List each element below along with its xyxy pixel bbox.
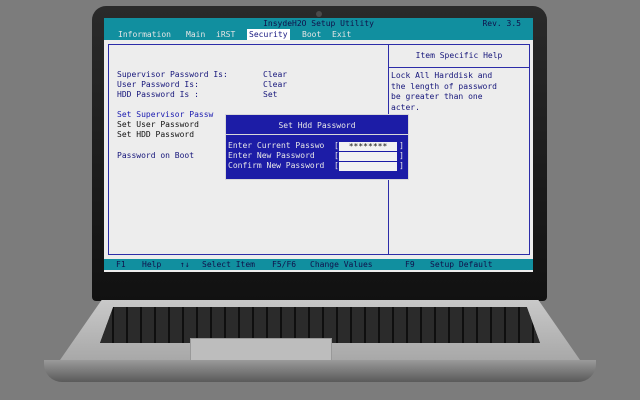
supervisor-status-row: Supervisor Password Is: Clear — [117, 70, 287, 80]
supervisor-status-label: Supervisor Password Is: — [117, 70, 228, 79]
title-bar: InsydeH2O Setup Utility Rev. 3.5 — [104, 18, 533, 29]
help-text: Lock All Harddisk and the length of pass… — [391, 71, 527, 113]
status-bar: F1 Help ↑↓ Select Item F5/F6 Change Valu… — [104, 259, 533, 270]
confirm-password-label: Confirm New Password — [228, 161, 325, 170]
help-panel: Item Specific Help Lock All Harddisk and… — [388, 44, 530, 255]
hdd-status-row: HDD Password Is : Set — [117, 90, 277, 100]
app-title: InsydeH2O Setup Utility — [263, 19, 374, 28]
new-password-input[interactable]: [ ] — [334, 151, 404, 161]
confirm-password-value — [339, 162, 397, 171]
supervisor-status-value: Clear — [263, 70, 288, 79]
key-f9-action: Setup Default — [430, 260, 493, 269]
version-label: Rev. 3.5 — [482, 19, 521, 28]
password-on-boot-label[interactable]: Password on Boot — [117, 151, 194, 161]
new-password-value — [339, 152, 397, 161]
option-set-supervisor-password[interactable]: Set Supervisor Passw — [117, 110, 213, 120]
help-header: Item Specific Help — [389, 45, 529, 68]
key-arrows: ↑↓ — [180, 260, 190, 269]
menu-exit[interactable]: Exit — [330, 29, 353, 40]
menu-bar: Information Main iRST Security Boot Exit — [104, 29, 533, 40]
help-line: Lock All Harddisk and — [391, 71, 493, 80]
option-set-hdd-password[interactable]: Set HDD Password — [117, 130, 194, 140]
touchpad — [190, 338, 332, 362]
menu-boot[interactable]: Boot — [300, 29, 323, 40]
key-f9: F9 — [405, 260, 415, 269]
key-f5f6-action: Change Values — [310, 260, 373, 269]
confirm-password-row: Confirm New Password — [228, 161, 324, 171]
option-set-user-password[interactable]: Set User Password — [117, 120, 199, 130]
user-status-row: User Password Is: Clear — [117, 80, 287, 90]
key-f1-action: Help — [142, 260, 162, 269]
hdd-status-label: HDD Password Is : — [117, 90, 199, 99]
menu-security[interactable]: Security — [247, 29, 290, 40]
current-password-label: Enter Current Passwo — [228, 141, 325, 150]
set-hdd-password-dialog: Set Hdd Password Enter Current Passwo [ … — [225, 114, 409, 180]
hdd-status-value: Set — [263, 90, 278, 99]
key-arrows-action: Select Item — [202, 260, 255, 269]
current-password-row: Enter Current Passwo — [228, 141, 324, 151]
menu-irst[interactable]: iRST — [214, 29, 237, 40]
user-status-label: User Password Is: — [117, 80, 199, 89]
laptop-base-front — [44, 360, 596, 382]
confirm-password-input[interactable]: [ ] — [334, 161, 404, 171]
key-f1: F1 — [116, 260, 126, 269]
help-line: acter. — [391, 102, 420, 112]
new-password-label: Enter New Password — [228, 151, 315, 160]
menu-main[interactable]: Main — [184, 29, 207, 40]
webcam-icon — [316, 11, 322, 17]
current-password-input[interactable]: [ ******** ] — [334, 141, 404, 151]
new-password-row: Enter New Password — [228, 151, 315, 161]
help-line: the length of password — [391, 81, 497, 91]
user-status-value: Clear — [263, 80, 288, 89]
menu-information[interactable]: Information — [116, 29, 173, 40]
dialog-title: Set Hdd Password — [226, 118, 408, 135]
current-password-value: ******** — [339, 142, 397, 151]
help-line: be greater than one — [391, 92, 483, 101]
key-f5f6: F5/F6 — [272, 260, 297, 269]
